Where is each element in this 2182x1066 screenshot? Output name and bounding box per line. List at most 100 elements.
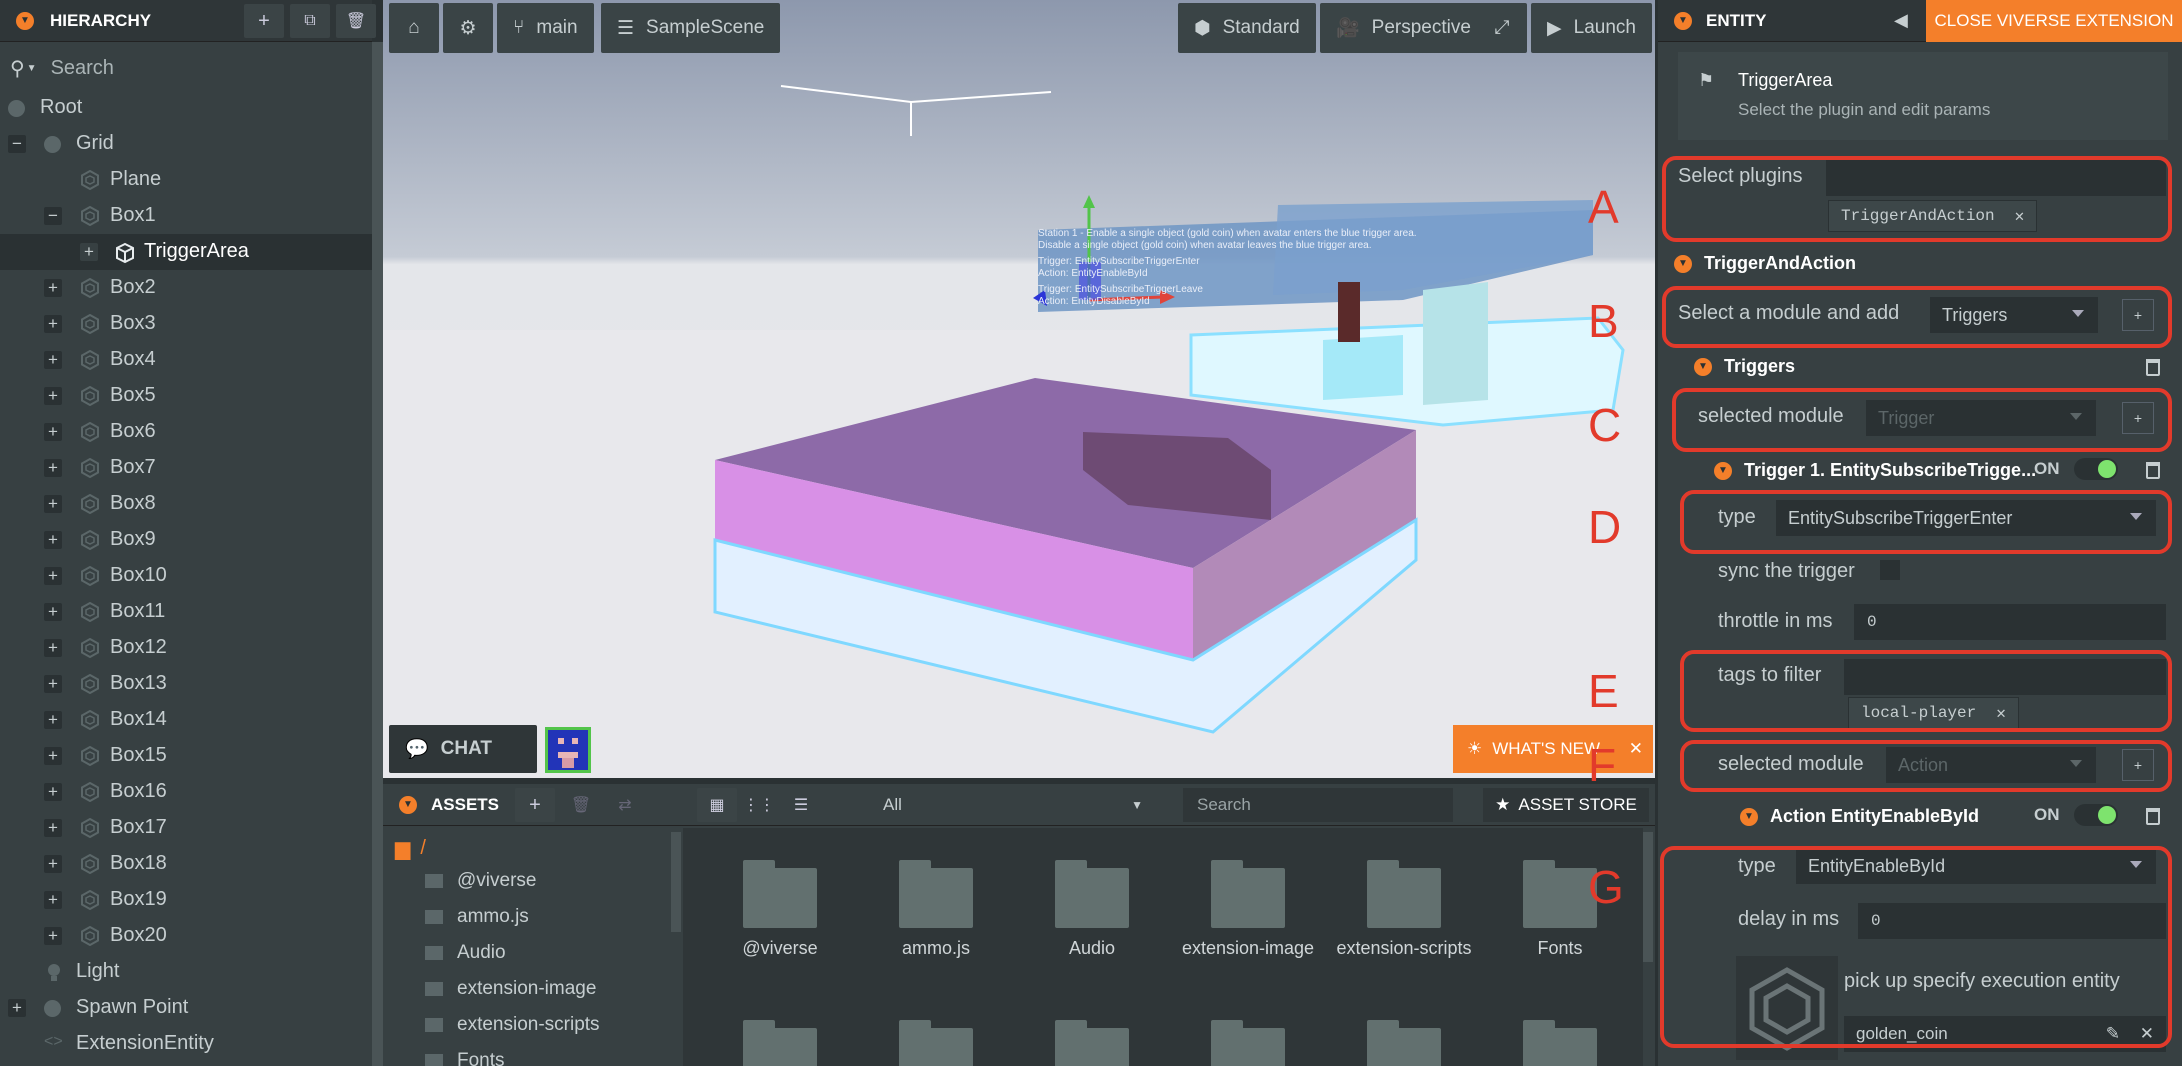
hierarchy-item[interactable]: + Box7 <box>0 450 372 486</box>
asset-folder-tile[interactable]: Audio <box>1017 860 1167 959</box>
expand-icon[interactable]: + <box>44 927 62 945</box>
collapse-entity-icon[interactable]: ▼ <box>1674 11 1692 30</box>
collapse-plugin-icon[interactable]: ▼ <box>1674 254 1692 273</box>
scene-canvas[interactable] <box>383 0 1655 778</box>
asset-folder-tile[interactable] <box>1017 1020 1167 1066</box>
asset-tree-item[interactable]: ammo.js <box>425 906 529 928</box>
expand-icon[interactable]: + <box>44 747 62 765</box>
hierarchy-item[interactable]: + Box9 <box>0 522 372 558</box>
hierarchy-item[interactable]: + Box18 <box>0 846 372 882</box>
asset-folder-tile[interactable]: ammo.js <box>861 860 1011 959</box>
hierarchy-item[interactable]: + Box2 <box>0 270 372 306</box>
expand-icon[interactable]: + <box>44 495 62 513</box>
hierarchy-item[interactable]: Root <box>0 90 372 126</box>
expand-icon[interactable]: + <box>44 891 62 909</box>
add-entity-button[interactable]: + <box>244 4 284 38</box>
hierarchy-item[interactable]: − Grid <box>0 126 372 162</box>
whats-new-banner[interactable]: ☀ WHAT'S NEW ✕ <box>1453 725 1653 773</box>
search-dropdown-icon[interactable]: ▼ <box>27 63 37 74</box>
hierarchy-item[interactable]: + Box14 <box>0 702 372 738</box>
home-button[interactable]: ⌂ <box>389 3 439 53</box>
hierarchy-item[interactable]: + Box3 <box>0 306 372 342</box>
grid-small-view-button[interactable]: ⋮⋮ <box>739 788 779 822</box>
expand-icon[interactable]: + <box>44 459 62 477</box>
asset-folder-tile[interactable] <box>1329 1020 1479 1066</box>
plugin-section-header[interactable]: ▼ TriggerAndAction <box>1674 253 1856 274</box>
hierarchy-item[interactable]: + Box20 <box>0 918 372 954</box>
asset-grid-scrollbar[interactable] <box>1643 832 1653 962</box>
hierarchy-item[interactable]: + Box6 <box>0 414 372 450</box>
hierarchy-item[interactable]: + Box10 <box>0 558 372 594</box>
expand-icon[interactable]: + <box>44 279 62 297</box>
scene-button[interactable]: ☰ SampleScene <box>601 3 781 53</box>
hierarchy-scroll-thumb[interactable] <box>372 42 383 1066</box>
action-toggle[interactable] <box>2074 804 2118 826</box>
branch-button[interactable]: ⑂ main <box>497 3 594 53</box>
expand-icon[interactable]: + <box>44 639 62 657</box>
chat-button[interactable]: 💬 CHAT <box>389 725 537 773</box>
hierarchy-search-input[interactable]: Search <box>51 57 114 80</box>
delete-action-icon[interactable] <box>2146 808 2160 825</box>
asset-tree-item[interactable]: extension-scripts <box>425 1014 600 1036</box>
expand-icon[interactable]: + <box>80 243 98 261</box>
hierarchy-item[interactable]: + Box19 <box>0 882 372 918</box>
launch-button[interactable]: ▶ Launch <box>1531 3 1652 53</box>
collapse-hierarchy-icon[interactable]: ▼ <box>16 11 34 30</box>
expand-icon[interactable]: + <box>44 531 62 549</box>
expand-icon[interactable]: + <box>8 999 26 1017</box>
render-mode-button[interactable]: ⬢ Standard <box>1178 3 1316 53</box>
move-asset-button[interactable]: ⇄ <box>605 788 645 822</box>
asset-search-input[interactable]: Search <box>1183 788 1453 822</box>
grid-large-view-button[interactable]: ▦ <box>697 788 737 822</box>
asset-tree-root[interactable]: ▆ / <box>395 836 426 861</box>
hierarchy-item[interactable]: + Box15 <box>0 738 372 774</box>
asset-folder-tile[interactable]: extension-scripts <box>1329 860 1479 959</box>
asset-tree-item[interactable]: Fonts <box>425 1050 505 1066</box>
asset-folder-tile[interactable] <box>1173 1020 1323 1066</box>
hierarchy-item[interactable]: + Spawn Point <box>0 990 372 1026</box>
expand-icon[interactable]: + <box>44 819 62 837</box>
close-viverse-extension-button[interactable]: CLOSE VIVERSE EXTENSION <box>1926 0 2182 42</box>
duplicate-entity-button[interactable]: ⧉ <box>290 4 330 38</box>
collapse-trigger1-icon[interactable]: ▼ <box>1714 461 1732 480</box>
expand-icon[interactable]: + <box>44 783 62 801</box>
asset-tree-scrollbar[interactable] <box>671 832 681 932</box>
expand-icon[interactable]: + <box>44 315 62 333</box>
delete-trigger1-icon[interactable] <box>2146 462 2160 479</box>
expand-icon[interactable]: + <box>44 387 62 405</box>
collapse-action-icon[interactable]: ▼ <box>1740 807 1758 826</box>
expand-icon[interactable]: + <box>44 711 62 729</box>
hierarchy-item[interactable]: Light <box>0 954 372 990</box>
camera-button[interactable]: 🎥 Perspective <box>1320 3 1487 53</box>
scene-viewport[interactable]: Station 1 - Enable a single object (gold… <box>383 0 1655 778</box>
hierarchy-item[interactable]: + Box17 <box>0 810 372 846</box>
expand-icon[interactable]: + <box>44 855 62 873</box>
collapse-triggers-icon[interactable]: ▼ <box>1694 357 1712 376</box>
expand-icon[interactable]: + <box>44 675 62 693</box>
asset-tree-item[interactable]: @viverse <box>425 870 536 892</box>
sync-trigger-checkbox[interactable] <box>1880 560 1900 580</box>
hierarchy-item[interactable]: + TriggerArea <box>0 234 372 270</box>
avatar[interactable] <box>545 727 591 773</box>
delete-asset-button[interactable]: 🗑 <box>561 788 601 822</box>
asset-tree-item[interactable]: Audio <box>425 942 506 964</box>
hierarchy-item[interactable]: + Box12 <box>0 630 372 666</box>
action-header[interactable]: ▼ Action EntityEnableById <box>1740 806 1979 827</box>
hierarchy-item[interactable]: Plane <box>0 162 372 198</box>
hierarchy-item[interactable]: + Box16 <box>0 774 372 810</box>
list-view-button[interactable]: ☰ <box>781 788 821 822</box>
asset-filter-select[interactable]: All ▼ <box>873 788 1153 822</box>
hierarchy-item[interactable]: + Box13 <box>0 666 372 702</box>
fullscreen-button[interactable]: ⤢ <box>1477 3 1527 53</box>
trigger1-header[interactable]: ▼ Trigger 1. EntitySubscribeTrigge... <box>1714 460 2036 481</box>
collapse-assets-icon[interactable]: ▼ <box>399 795 417 814</box>
hierarchy-item[interactable]: <> ExtensionEntity <box>0 1026 372 1062</box>
collapse-icon[interactable]: − <box>8 135 26 153</box>
close-icon[interactable]: ✕ <box>1629 739 1643 759</box>
asset-folder-tile[interactable] <box>861 1020 1011 1066</box>
hierarchy-item[interactable]: + Box4 <box>0 342 372 378</box>
arrow-left-icon[interactable]: ◀ <box>1894 10 1908 31</box>
expand-icon[interactable]: + <box>44 351 62 369</box>
hierarchy-item[interactable]: + Box5 <box>0 378 372 414</box>
hierarchy-item[interactable]: + Box8 <box>0 486 372 522</box>
